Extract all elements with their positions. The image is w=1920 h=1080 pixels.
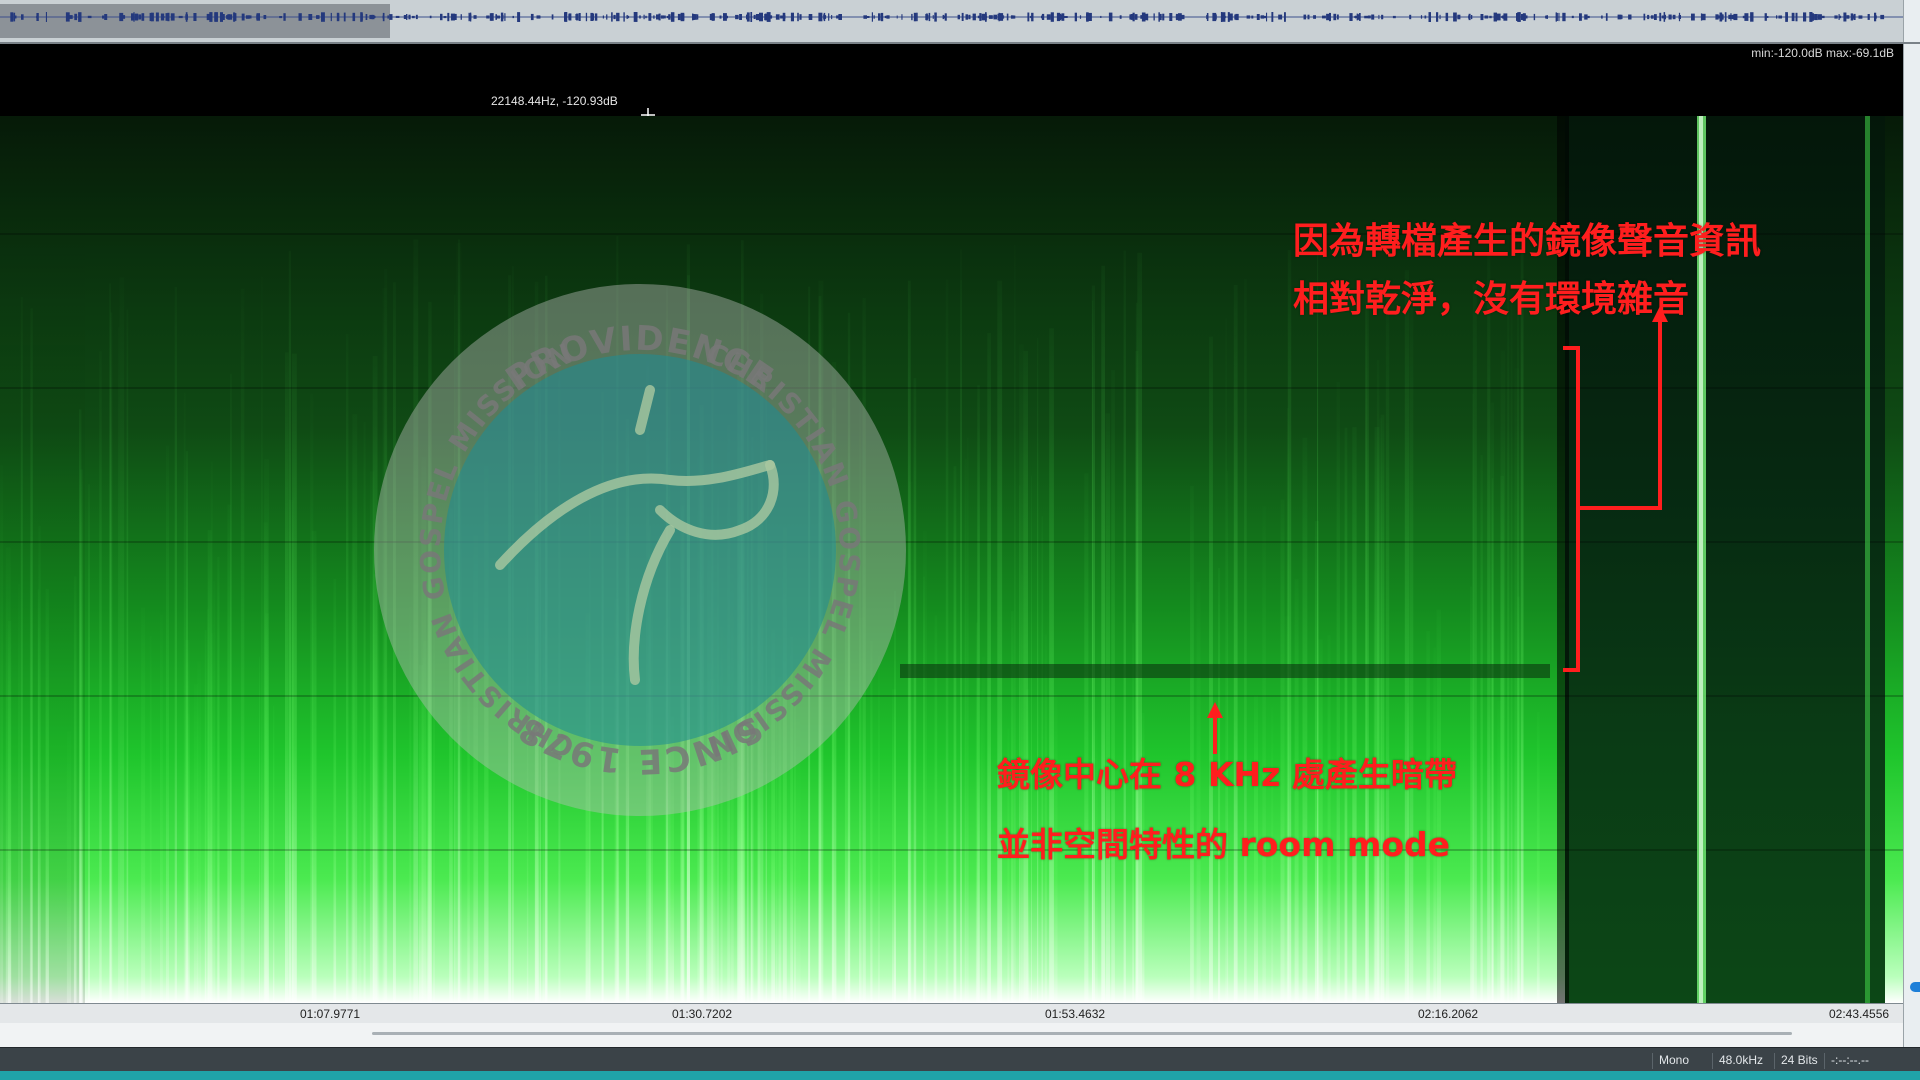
status-sample-rate: 48.0kHz — [1712, 1053, 1781, 1069]
vertical-scrollbar[interactable] — [1903, 44, 1920, 1047]
status-time: -:--:--.-- — [1824, 1053, 1913, 1069]
bracket-icon — [1563, 346, 1588, 672]
time-tick-label: 02:16.2062 — [1418, 1007, 1479, 1021]
time-tick-label: 01:30.7202 — [672, 1007, 733, 1021]
window-bottom-accent — [0, 1071, 1920, 1080]
spectrogram-editor-window: min:-120.0dB max:-69.1dB 22148.44Hz, -12… — [0, 0, 1920, 1080]
time-tick-label: 02:43.4556 — [1829, 1007, 1890, 1021]
horizontal-scrollbar[interactable] — [0, 1023, 1904, 1047]
time-tick-label: 01:07.9771 — [300, 1007, 361, 1021]
status-bit-depth: 24 Bits — [1774, 1053, 1831, 1069]
time-ruler[interactable]: 01:07.9771 01:30.7202 01:53.4632 02:16.2… — [0, 1003, 1904, 1024]
status-bar: Mono 48.0kHz 24 Bits -:--:--.-- — [0, 1047, 1920, 1072]
time-tick-label: 01:53.4632 — [1045, 1007, 1106, 1021]
connector-arrow-icon — [1588, 316, 1662, 510]
playhead-marker-icon[interactable] — [1910, 982, 1920, 992]
scrollbar-thumb[interactable] — [372, 1032, 1792, 1035]
status-channels: Mono — [1652, 1053, 1719, 1069]
annotation-markers — [1207, 306, 1668, 754]
